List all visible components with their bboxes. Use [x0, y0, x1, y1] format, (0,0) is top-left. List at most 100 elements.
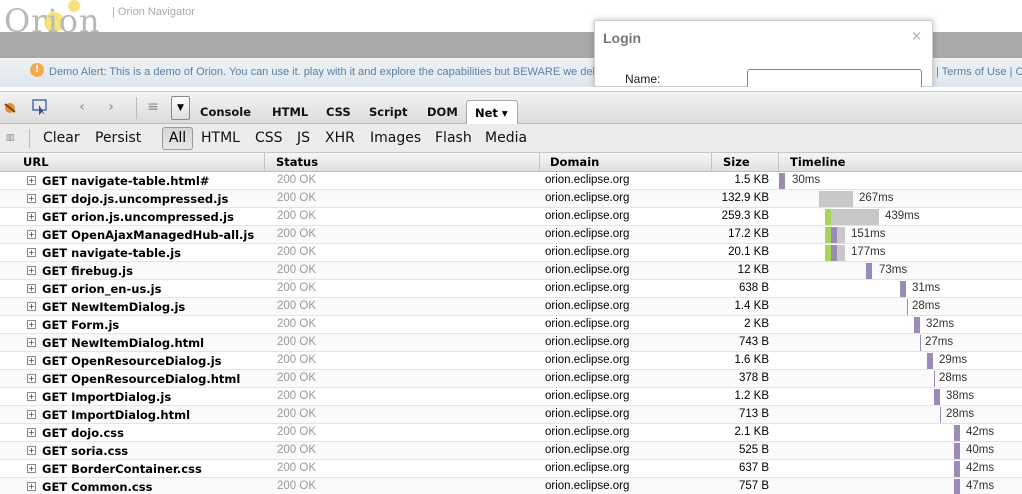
table-row[interactable]: + GET OpenAjaxManagedHub-all.js 200 OK orio…	[0, 226, 1022, 244]
filter-xhr[interactable]: XHR	[325, 130, 355, 146]
filter-html[interactable]: HTML	[201, 130, 240, 146]
header-timeline[interactable]: Timeline	[779, 153, 1022, 172]
request-url: GET dojo.js.uncompressed.js	[42, 192, 229, 206]
header-status[interactable]: Status	[265, 153, 540, 172]
expand-icon[interactable]: +	[27, 266, 36, 275]
table-row[interactable]: + GET orion_en-us.js 200 OK orion.eclipse.o…	[0, 280, 1022, 298]
table-row[interactable]: + GET dojo.css 200 OK orion.eclipse.org 2.1 …	[0, 424, 1022, 442]
timeline-duration: 29ms	[939, 354, 968, 366]
header-domain[interactable]: Domain	[540, 153, 712, 172]
timeline-duration: 27ms	[925, 336, 954, 348]
expand-icon[interactable]: +	[27, 428, 36, 437]
filter-media[interactable]: Media	[485, 130, 527, 146]
persist-button[interactable]: Persist	[95, 130, 141, 146]
net-filter-bar: ▥ Clear Persist All HTML CSS JS XHR Imag…	[0, 124, 1022, 153]
expand-icon[interactable]: +	[27, 482, 36, 491]
header-size[interactable]: Size	[712, 153, 779, 172]
expand-icon[interactable]: +	[27, 194, 36, 203]
request-domain: orion.eclipse.org	[545, 462, 630, 474]
timeline-bar	[831, 209, 879, 225]
request-size: 132.9 KB	[721, 192, 769, 204]
request-size: 1.6 KB	[734, 354, 769, 366]
expand-icon[interactable]: +	[27, 284, 36, 293]
request-status: 200 OK	[277, 390, 316, 402]
request-url: GET orion_en-us.js	[42, 282, 162, 296]
expand-icon[interactable]: +	[27, 230, 36, 239]
timeline-duration: 28ms	[939, 372, 968, 384]
clear-button[interactable]: Clear	[43, 130, 80, 146]
list-icon[interactable]: ≡	[143, 97, 163, 117]
table-row[interactable]: + GET dojo.js.uncompressed.js 200 OK orion.…	[0, 190, 1022, 208]
table-row[interactable]: + GET OpenResourceDialog.js 200 OK orion.ec…	[0, 352, 1022, 370]
expand-icon[interactable]: +	[27, 392, 36, 401]
tab-net[interactable]: Net ▾	[466, 100, 518, 125]
timeline-bar	[934, 371, 935, 387]
expand-icon[interactable]: +	[27, 212, 36, 221]
header-url[interactable]: URL	[0, 153, 265, 172]
request-timeline: 42ms	[779, 424, 1022, 442]
xhr-toggle-icon[interactable]: ▥	[0, 128, 20, 148]
request-domain: orion.eclipse.org	[545, 192, 630, 204]
login-name-label: Name:	[625, 72, 661, 86]
filter-js[interactable]: JS	[297, 130, 310, 146]
table-row[interactable]: + GET soria.css 200 OK orion.eclipse.org 525…	[0, 442, 1022, 460]
request-domain: orion.eclipse.org	[545, 246, 630, 258]
alert-text: Demo Alert: This is a demo of Orion. You…	[49, 66, 611, 78]
request-timeline: 42ms	[779, 460, 1022, 478]
expand-icon[interactable]: +	[27, 464, 36, 473]
table-row[interactable]: + GET ImportDialog.js 200 OK orion.eclipse.…	[0, 388, 1022, 406]
login-name-input[interactable]	[747, 69, 922, 87]
tab-console[interactable]: Console	[200, 105, 251, 119]
tab-css[interactable]: CSS	[326, 105, 351, 119]
filter-css[interactable]: CSS	[255, 130, 283, 146]
request-status: 200 OK	[277, 246, 316, 258]
request-status: 200 OK	[277, 174, 316, 186]
table-row[interactable]: + GET navigate-table.js 200 OK orion.eclips…	[0, 244, 1022, 262]
inspect-icon[interactable]	[30, 97, 50, 117]
table-row[interactable]: + GET Common.css 200 OK orion.eclipse.org 75…	[0, 478, 1022, 494]
expand-icon[interactable]: +	[27, 356, 36, 365]
tab-html[interactable]: HTML	[272, 105, 308, 119]
footer-links[interactable]: | Terms of Use | C	[936, 66, 1022, 78]
filter-images[interactable]: Images	[370, 130, 421, 146]
tab-dom[interactable]: DOM	[427, 105, 458, 119]
expand-icon[interactable]: +	[27, 248, 36, 257]
timeline-duration: 267ms	[859, 192, 894, 204]
table-row[interactable]: + GET firebug.js 200 OK orion.eclipse.org 12…	[0, 262, 1022, 280]
forward-icon[interactable]: ›	[101, 97, 121, 117]
table-row[interactable]: + GET Form.js 200 OK orion.eclipse.org 2 KB 3…	[0, 316, 1022, 334]
firebug-icon[interactable]	[0, 97, 20, 117]
filter-flash[interactable]: Flash	[435, 130, 472, 146]
timeline-duration: 28ms	[946, 408, 975, 420]
back-icon[interactable]: ‹	[72, 97, 92, 117]
request-size: 2 KB	[744, 318, 769, 330]
request-timeline: 32ms	[779, 316, 1022, 334]
filter-all[interactable]: All	[162, 127, 193, 150]
table-row[interactable]: + GET OpenResourceDialog.html 200 OK orion.…	[0, 370, 1022, 388]
request-status: 200 OK	[277, 318, 316, 330]
expand-icon[interactable]: +	[27, 374, 36, 383]
panel-menu-dropdown[interactable]: ▼	[171, 96, 190, 120]
request-timeline: 40ms	[779, 442, 1022, 460]
table-row[interactable]: + GET NewItemDialog.js 200 OK orion.eclipse…	[0, 298, 1022, 316]
table-row[interactable]: + GET NewItemDialog.html 200 OK orion.eclip…	[0, 334, 1022, 352]
orion-nav-title: | Orion Navigator	[112, 6, 195, 18]
expand-icon[interactable]: +	[27, 302, 36, 311]
timeline-bar	[954, 461, 960, 477]
expand-icon[interactable]: +	[27, 320, 36, 329]
timeline-bar	[866, 263, 872, 279]
request-status: 200 OK	[277, 408, 316, 420]
request-status: 200 OK	[277, 210, 316, 222]
request-domain: orion.eclipse.org	[545, 210, 630, 222]
expand-icon[interactable]: +	[27, 446, 36, 455]
table-row[interactable]: + GET orion.js.uncompressed.js 200 OK orion…	[0, 208, 1022, 226]
table-row[interactable]: + GET BorderContainer.css 200 OK orion.ecli…	[0, 460, 1022, 478]
expand-icon[interactable]: +	[27, 338, 36, 347]
expand-icon[interactable]: +	[27, 410, 36, 419]
expand-icon[interactable]: +	[27, 176, 36, 185]
table-row[interactable]: + GET navigate-table.html# 200 OK orion.ecl…	[0, 172, 1022, 190]
request-status: 200 OK	[277, 354, 316, 366]
close-icon[interactable]: ×	[911, 29, 922, 44]
table-row[interactable]: + GET ImportDialog.html 200 OK orion.eclips…	[0, 406, 1022, 424]
tab-script[interactable]: Script	[369, 105, 407, 119]
